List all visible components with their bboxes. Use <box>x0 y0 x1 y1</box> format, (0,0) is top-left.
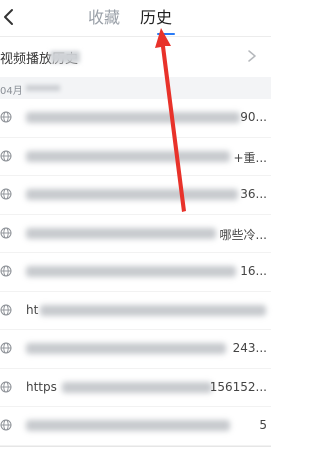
bottom-divider <box>0 446 271 447</box>
blurred-title <box>26 266 236 277</box>
blurred-text <box>50 51 80 63</box>
history-item[interactable]: 5 <box>0 407 271 446</box>
history-item-tail: 156152... <box>209 379 267 394</box>
history-item-tail: 16... <box>240 264 267 278</box>
blurred-title <box>40 304 266 316</box>
back-arrow-icon[interactable] <box>0 6 22 28</box>
blurred-text <box>26 85 60 91</box>
history-item-lead: ht <box>26 302 39 317</box>
globe-icon <box>0 419 12 431</box>
history-item-tail: +重... <box>233 150 268 165</box>
history-item[interactable]: ht <box>0 292 271 330</box>
history-item-tail: 243... <box>232 341 267 355</box>
history-item-tail: 哪些冷... <box>219 227 267 242</box>
active-tab-indicator <box>157 33 175 35</box>
history-item-lead: https <box>26 379 57 394</box>
blurred-title <box>26 112 240 123</box>
history-item[interactable]: +重... <box>0 138 271 176</box>
tab-history[interactable]: 历史 <box>140 8 172 28</box>
history-item[interactable]: 哪些冷... <box>0 215 271 253</box>
globe-icon <box>0 304 12 315</box>
globe-icon <box>0 342 12 354</box>
history-item[interactable]: 36... <box>0 176 271 215</box>
blurred-title <box>26 227 216 239</box>
blurred-title <box>26 150 230 162</box>
blurred-title <box>62 381 212 393</box>
chevron-right-icon <box>248 50 256 62</box>
date-section-header: 04月 <box>0 77 271 99</box>
history-item-tail: 90... <box>240 110 267 124</box>
top-tab-bar: 收藏 历史 <box>0 0 271 36</box>
history-item-tail: 36... <box>240 187 267 201</box>
history-item-tail: 5 <box>259 418 267 432</box>
history-item[interactable]: https 156152... <box>0 369 271 407</box>
globe-icon <box>0 111 12 123</box>
blurred-title <box>26 420 230 431</box>
blurred-title <box>26 343 226 354</box>
history-item[interactable]: 90... <box>0 99 271 138</box>
globe-icon <box>0 150 12 161</box>
globe-icon <box>0 381 12 392</box>
history-item[interactable]: 16... <box>0 253 271 292</box>
date-label: 04月 <box>0 86 23 97</box>
globe-icon <box>0 188 12 200</box>
globe-icon <box>0 227 12 238</box>
tab-favorites[interactable]: 收藏 <box>88 8 120 28</box>
history-list: 90... +重... 36... 哪些冷... 16... ht 243...… <box>0 99 271 446</box>
video-history-row[interactable]: 视频播放历史 <box>0 37 271 78</box>
globe-icon <box>0 265 12 277</box>
history-item[interactable]: 243... <box>0 330 271 369</box>
blurred-title <box>26 189 238 200</box>
